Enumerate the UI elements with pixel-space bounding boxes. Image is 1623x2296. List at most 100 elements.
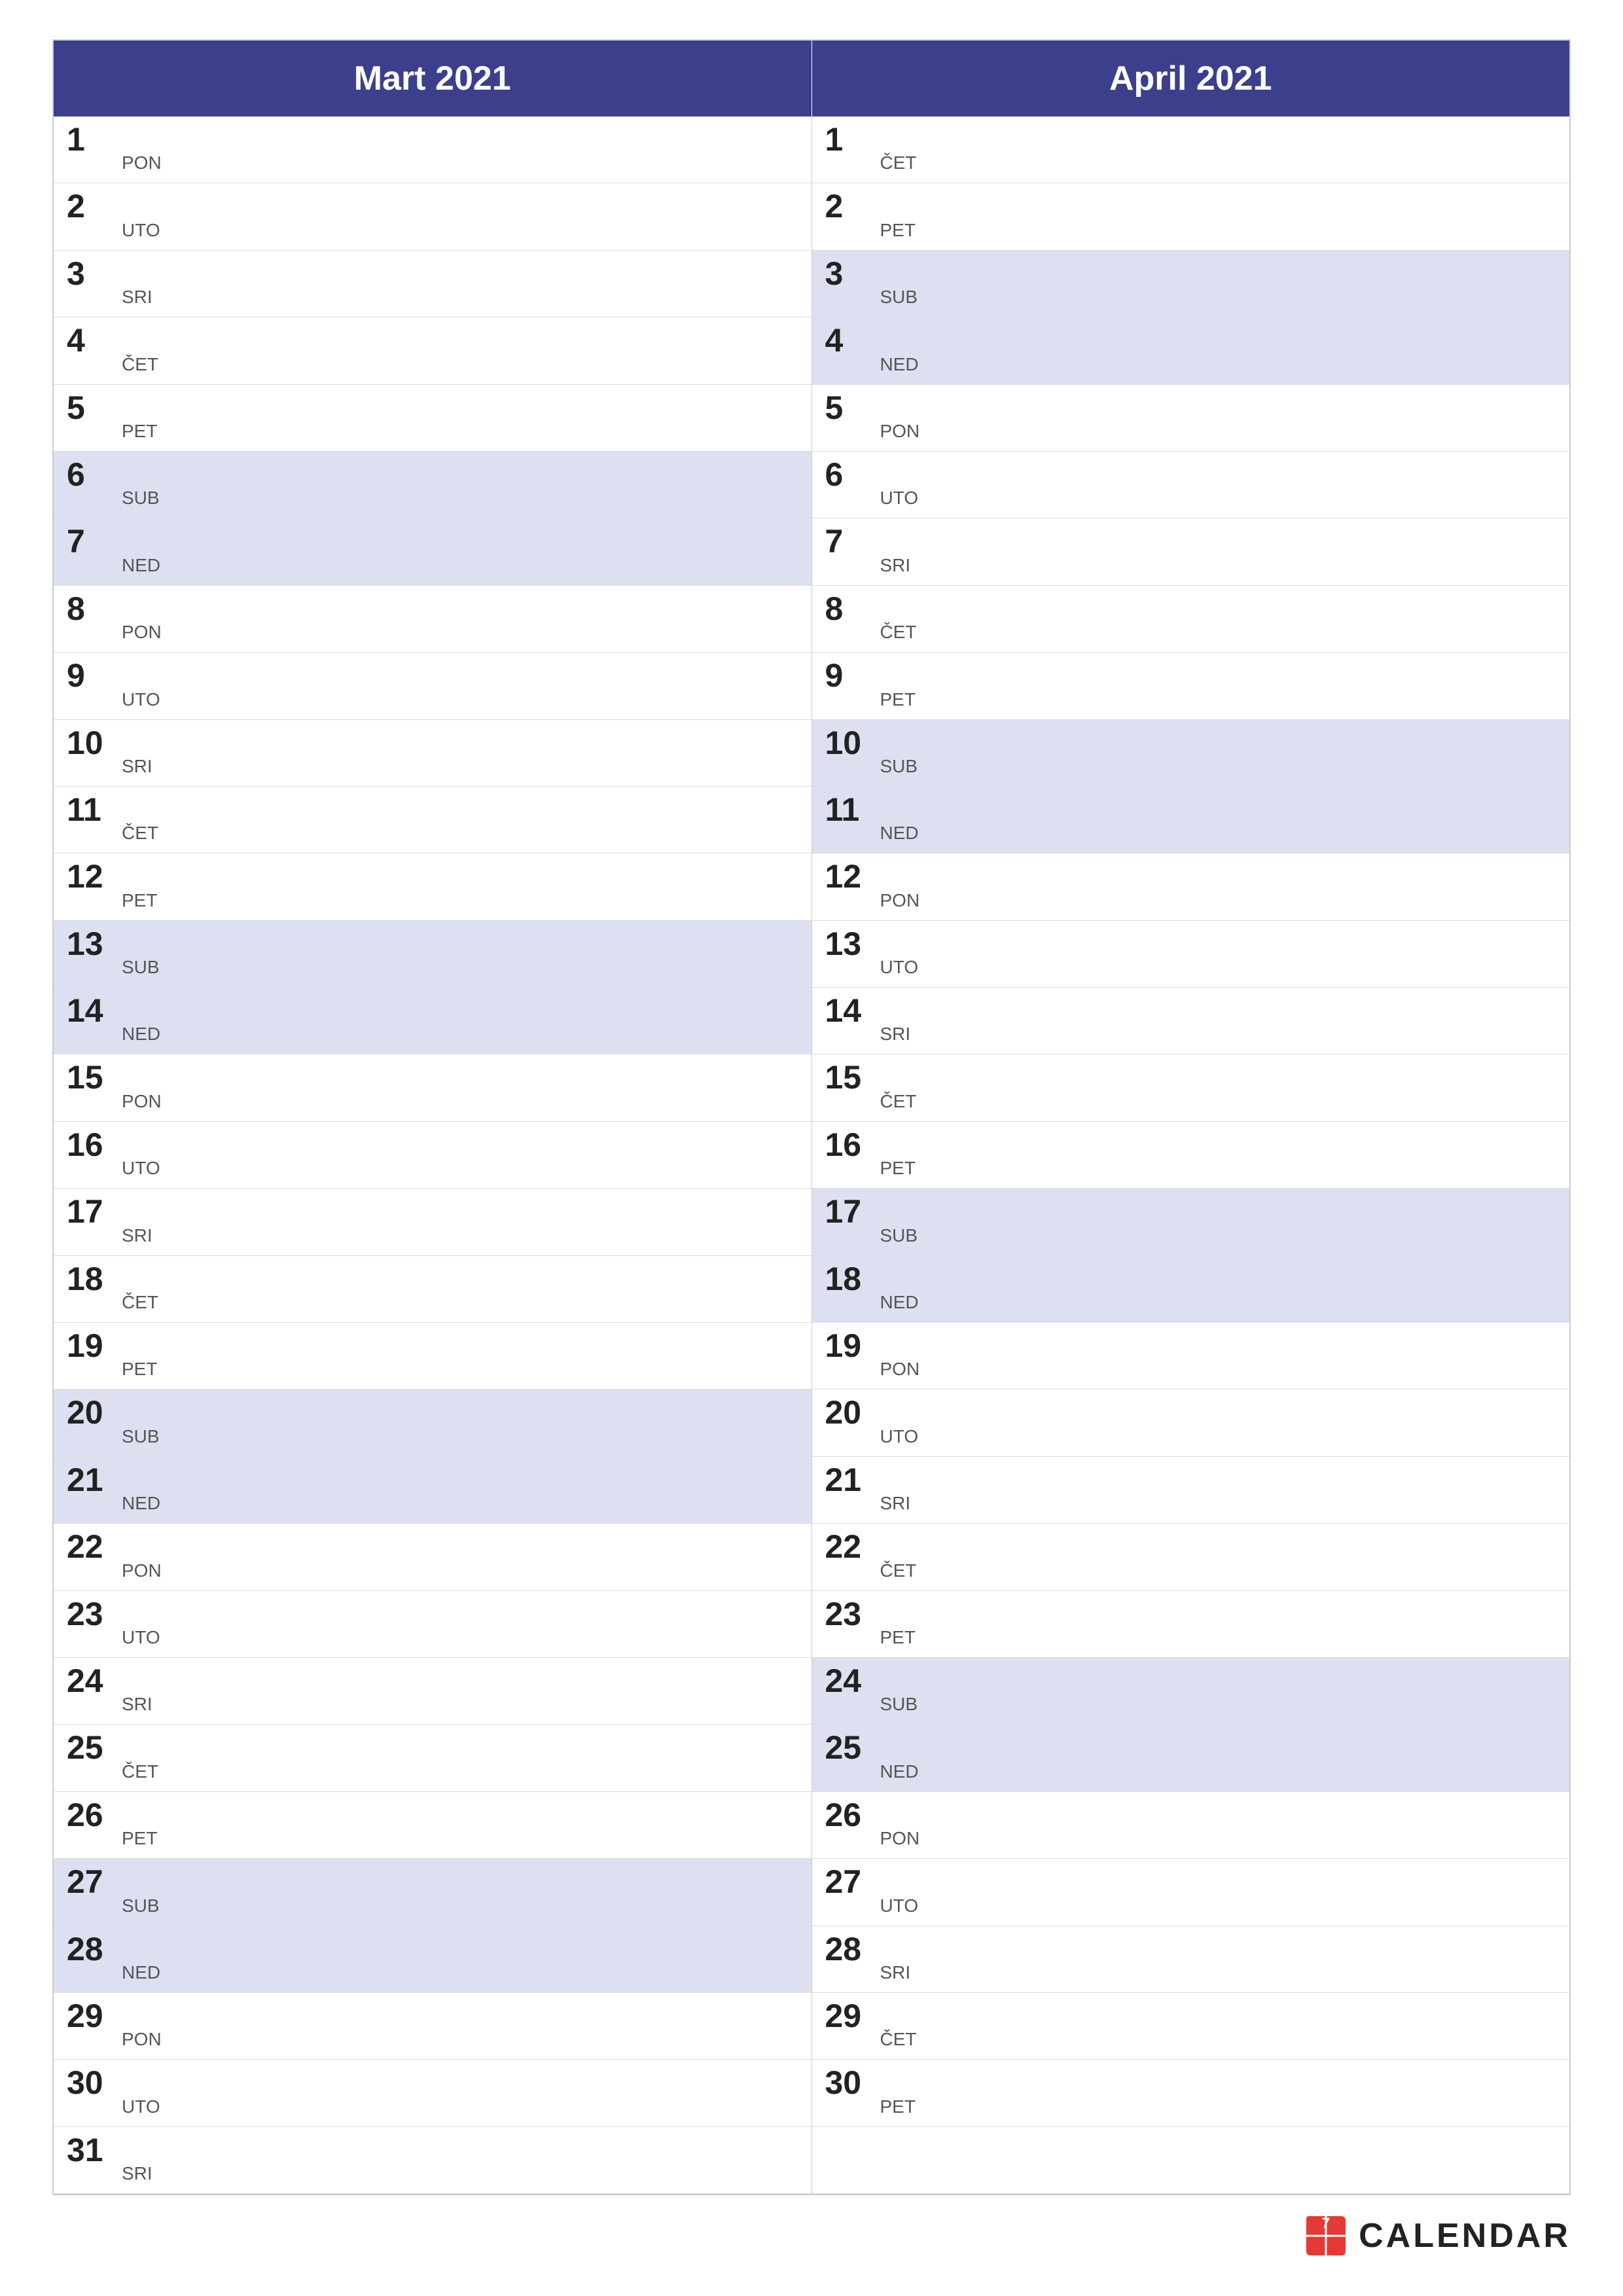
april-day-row: 28SRI <box>812 1926 1570 1993</box>
day-number: 28 <box>67 1933 119 1965</box>
day-number: 13 <box>825 927 878 960</box>
mart-day-row: 28NED <box>54 1926 812 1993</box>
mart-day-row: 3SRI <box>54 251 812 317</box>
day-name: UTO <box>878 1426 919 1450</box>
day-name: NED <box>878 1292 919 1316</box>
april-day-row: 5PON <box>812 385 1570 452</box>
day-number: 7 <box>825 525 878 558</box>
header-row: Mart 2021 April 2021 <box>54 41 1569 117</box>
mart-day-row: 4ČET <box>54 317 812 384</box>
day-name: SUB <box>119 488 160 511</box>
day-name: ČET <box>878 1560 917 1584</box>
day-name: PET <box>878 220 916 243</box>
day-name: UTO <box>119 2096 160 2120</box>
day-number: 6 <box>67 458 119 491</box>
mart-day-row: 19PET <box>54 1323 812 1390</box>
day-name: SRI <box>878 1493 911 1516</box>
day-number: 3 <box>67 257 119 290</box>
mart-day-row: 6SUB <box>54 452 812 518</box>
day-number: 11 <box>825 793 878 826</box>
day-number: 10 <box>67 726 119 759</box>
day-number: 15 <box>825 1061 878 1094</box>
day-number: 22 <box>825 1530 878 1563</box>
day-name: PON <box>119 152 162 176</box>
day-number: 21 <box>67 1463 119 1496</box>
april-day-row: 9PET <box>812 653 1570 719</box>
day-number: 28 <box>825 1933 878 1965</box>
day-number: 11 <box>67 793 119 826</box>
mart-day-row: 31SRI <box>54 2127 812 2194</box>
april-day-row: 6UTO <box>812 452 1570 518</box>
day-number: 23 <box>67 1598 119 1630</box>
mart-day-row: 21NED <box>54 1457 812 1524</box>
day-name: SRI <box>119 1225 152 1249</box>
day-number: 12 <box>67 860 119 893</box>
day-number: 2 <box>67 190 119 223</box>
day-number: 2 <box>825 190 878 223</box>
mart-day-row: 27SUB <box>54 1859 812 1926</box>
day-number: 5 <box>825 391 878 424</box>
day-number: 30 <box>67 2066 119 2099</box>
day-name: ČET <box>119 823 158 846</box>
day-number: 5 <box>67 391 119 424</box>
day-number: 30 <box>825 2066 878 2099</box>
day-name: SUB <box>119 1426 160 1450</box>
day-name: PON <box>878 421 920 444</box>
day-number: 31 <box>67 2134 119 2166</box>
april-day-row: 11NED <box>812 787 1570 853</box>
calendar-logo-icon: 7 <box>1305 2215 1347 2257</box>
day-name: SUB <box>878 1225 918 1249</box>
page: Mart 2021 April 2021 1PON2UTO3SRI4ČET5PE… <box>0 0 1623 2296</box>
april-day-row: 15ČET <box>812 1054 1570 1121</box>
day-number: 18 <box>825 1263 878 1295</box>
april-day-row: 18NED <box>812 1256 1570 1323</box>
day-number: 27 <box>67 1865 119 1898</box>
day-number: 27 <box>825 1865 878 1898</box>
day-name: NED <box>119 1024 160 1047</box>
day-number: 25 <box>67 1731 119 1764</box>
mart-day-row: 22PON <box>54 1524 812 1590</box>
day-number: 8 <box>825 592 878 625</box>
april-day-row: 12PON <box>812 853 1570 920</box>
april-day-row: 26PON <box>812 1792 1570 1859</box>
day-number: 14 <box>825 994 878 1027</box>
day-number: 20 <box>67 1396 119 1429</box>
day-number: 19 <box>825 1329 878 1362</box>
day-name: SRI <box>878 555 911 579</box>
day-name: ČET <box>119 1292 158 1316</box>
day-name: UTO <box>878 957 919 980</box>
day-number: 13 <box>67 927 119 960</box>
day-number: 22 <box>67 1530 119 1563</box>
day-number: 1 <box>825 123 878 156</box>
day-name: ČET <box>878 152 917 176</box>
day-name: PET <box>878 689 916 713</box>
april-day-row: 2PET <box>812 183 1570 250</box>
day-name: NED <box>119 555 160 579</box>
mart-day-row: 24SRI <box>54 1658 812 1725</box>
day-name: ČET <box>119 354 158 378</box>
day-name: UTO <box>119 220 160 243</box>
april-day-row: 10SUB <box>812 720 1570 787</box>
calendar-grid: Mart 2021 April 2021 1PON2UTO3SRI4ČET5PE… <box>52 39 1571 2195</box>
april-day-row: 25NED <box>812 1725 1570 1791</box>
april-day-row: 19PON <box>812 1323 1570 1390</box>
day-name: PON <box>119 622 162 645</box>
day-number: 1 <box>67 123 119 156</box>
april-empty-row <box>812 2127 1570 2194</box>
april-column: 1ČET2PET3SUB4NED5PON6UTO7SRI8ČET9PET10SU… <box>812 117 1570 2194</box>
day-name: ČET <box>119 1761 158 1785</box>
day-name: SRI <box>119 2163 152 2187</box>
day-name: SUB <box>878 1694 918 1717</box>
april-header: April 2021 <box>812 41 1570 117</box>
day-number: 29 <box>825 2000 878 2032</box>
logo-area: 7 CALENDAR <box>1305 2215 1571 2257</box>
april-day-row: 4NED <box>812 317 1570 384</box>
mart-day-row: 14NED <box>54 988 812 1054</box>
day-name: SUB <box>878 756 918 780</box>
mart-column: 1PON2UTO3SRI4ČET5PET6SUB7NED8PON9UTO10SR… <box>54 117 812 2194</box>
mart-day-row: 29PON <box>54 1993 812 2060</box>
mart-day-row: 16UTO <box>54 1122 812 1189</box>
mart-day-row: 2UTO <box>54 183 812 250</box>
mart-header: Mart 2021 <box>54 41 812 117</box>
april-day-row: 29ČET <box>812 1993 1570 2060</box>
